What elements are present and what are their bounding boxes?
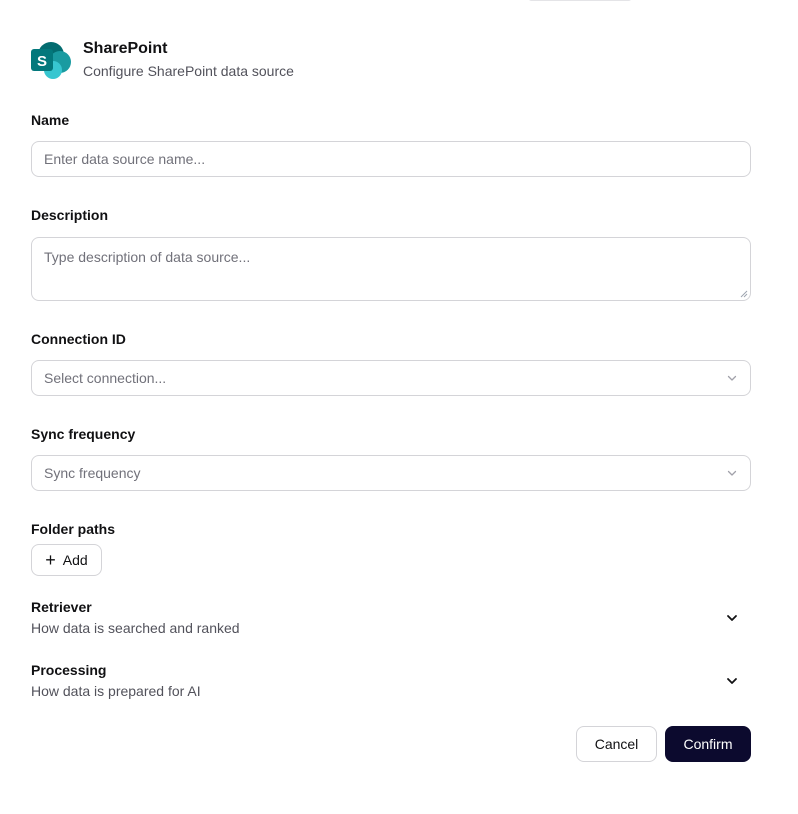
add-folder-path-button[interactable]: + Add [31, 544, 102, 576]
connection-placeholder: Select connection... [44, 370, 167, 386]
retriever-title: Retriever [31, 599, 92, 615]
top-tab-edge [528, 0, 632, 1]
cancel-button[interactable]: Cancel [576, 726, 657, 762]
name-placeholder: Enter data source name... [44, 151, 206, 167]
description-textarea[interactable]: Type description of data source... [31, 237, 751, 301]
dialog-header: S SharePoint Configure SharePoint data s… [31, 40, 294, 80]
folder-paths-label: Folder paths [31, 521, 116, 537]
page-title: SharePoint [83, 40, 168, 57]
chevron-down-icon[interactable] [725, 611, 739, 625]
page-subtitle: Configure SharePoint data source [83, 63, 294, 79]
retriever-section[interactable]: Retriever How data is searched and ranke… [31, 599, 751, 636]
sync-frequency-label: Sync frequency [31, 426, 136, 442]
plus-icon: + [45, 550, 56, 570]
processing-description: How data is prepared for AI [31, 683, 201, 699]
connection-select[interactable]: Select connection... [31, 360, 751, 396]
svg-text:S: S [37, 53, 47, 70]
chevron-down-icon [727, 375, 737, 381]
name-label: Name [31, 112, 70, 128]
chevron-down-icon[interactable] [725, 674, 739, 688]
processing-title: Processing [31, 662, 107, 678]
description-label: Description [31, 207, 109, 223]
processing-section[interactable]: Processing How data is prepared for AI [31, 662, 751, 699]
chevron-down-icon [727, 470, 737, 476]
description-placeholder: Type description of data source... [44, 249, 251, 265]
add-label: Add [62, 552, 88, 568]
retriever-description: How data is searched and ranked [31, 620, 240, 636]
sync-frequency-select[interactable]: Sync frequency [31, 455, 751, 491]
sharepoint-logo-icon: S [31, 42, 71, 79]
resize-handle-icon[interactable] [740, 290, 748, 298]
confirm-button[interactable]: Confirm [665, 726, 751, 762]
sync-frequency-placeholder: Sync frequency [44, 465, 141, 481]
name-input[interactable]: Enter data source name... [31, 141, 751, 177]
connection-label: Connection ID [31, 331, 126, 347]
